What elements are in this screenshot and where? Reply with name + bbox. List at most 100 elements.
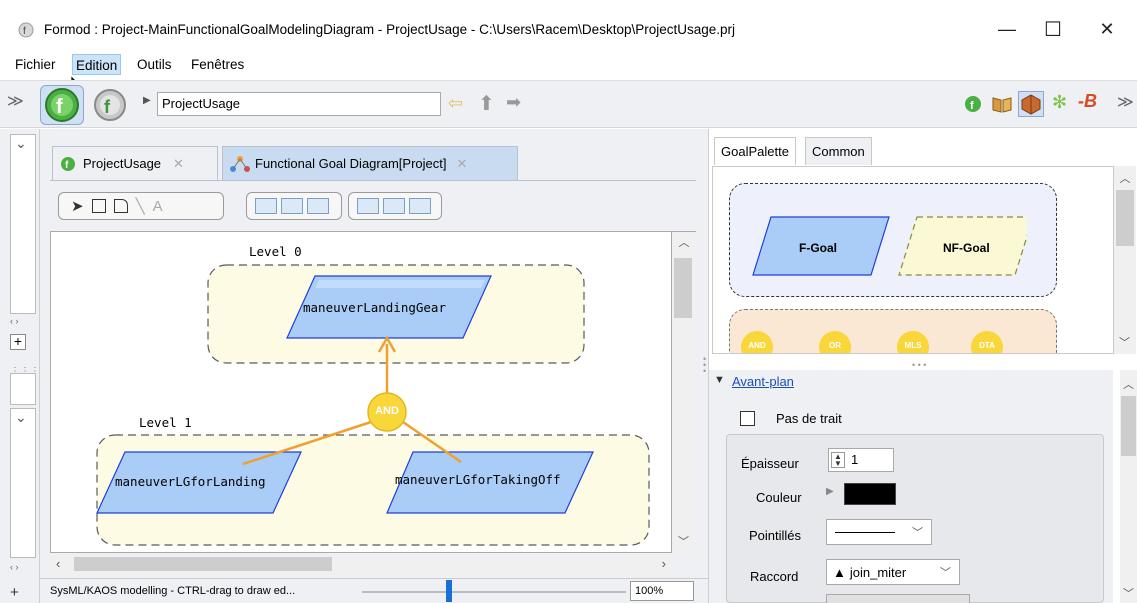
align-middle-icon[interactable] (281, 198, 303, 214)
align-tool-group (246, 192, 342, 220)
f-goal-label: F-Goal (799, 241, 837, 255)
cap-dropdown-partial[interactable] (826, 594, 970, 603)
menu-edition[interactable]: Edition (72, 54, 122, 75)
toolbar-overflow-icon[interactable]: ≫ (1117, 92, 1134, 112)
right-splitter-dots-icon[interactable]: • • • (912, 360, 926, 370)
line-tool-icon[interactable]: ╲ (136, 197, 145, 215)
pointer-tool-icon[interactable]: ➤ (71, 197, 84, 215)
left-nav-arrows-icon-2[interactable]: ‹ › (10, 562, 19, 572)
properties-scrollbar[interactable]: ︿ ﹀ (1120, 370, 1137, 603)
align-left-icon[interactable] (357, 198, 379, 214)
join-label: Raccord (750, 569, 799, 584)
join-dropdown[interactable]: ▲ join_miter ﹀ (826, 559, 960, 585)
thickness-value: 1 (851, 452, 859, 467)
zoom-slider-thumb[interactable] (446, 580, 452, 602)
minimize-button[interactable]: — (984, 14, 1030, 44)
molecule-icon[interactable]: ✻ (1052, 92, 1067, 113)
left-panel-bottom: ⌄ (10, 408, 36, 558)
left-panel-mid (10, 373, 36, 405)
nf-goal-label: NF-Goal (943, 241, 990, 255)
tab-close-icon-2[interactable]: ✕ (456, 156, 467, 172)
align-bottom-icon[interactable] (307, 198, 329, 214)
goal-perspective-icon[interactable]: f (964, 95, 982, 113)
thickness-spinner[interactable]: ▲ ▼ 1 (828, 448, 894, 472)
thickness-label: Épaisseur (741, 456, 799, 471)
forward-arrow-icon[interactable]: ➡ (506, 92, 521, 113)
menu-fichier[interactable]: Fichier (12, 54, 59, 75)
up-arrow-icon[interactable]: ⬆ (478, 91, 495, 116)
scroll-right-icon[interactable]: › (662, 556, 666, 571)
left-collapse-icon[interactable]: ⌄ (11, 135, 35, 152)
join-value: join_miter (849, 564, 907, 580)
props-scroll-up-icon[interactable]: ︿ (1120, 376, 1137, 392)
tab-common[interactable]: Common (805, 137, 872, 165)
palette-scroll-up-icon[interactable]: ︿ (1114, 170, 1136, 186)
title-bar: f Formod : Project-MainFunctionalGoalMod… (0, 0, 1137, 50)
solid-line-preview (835, 532, 895, 533)
formod-goal-button[interactable]: f (40, 85, 84, 125)
zoom-field[interactable]: 100% (630, 581, 694, 601)
rectangle-tool-icon[interactable] (91, 199, 106, 213)
vertical-scroll-thumb[interactable] (674, 258, 692, 318)
left-add-icon[interactable]: + (10, 584, 19, 601)
dropdown-chevron-icon: ﹀ (912, 527, 923, 539)
canvas-vertical-scrollbar[interactable]: ︿ ﹀ (672, 231, 696, 553)
left-expand-button[interactable]: + (10, 334, 26, 350)
miter-join-icon: ▲ (833, 564, 846, 580)
book-icon[interactable] (992, 95, 1012, 113)
palette-scroll-thumb[interactable] (1116, 190, 1134, 246)
folded-rect-tool-icon[interactable] (113, 199, 128, 213)
left-collapse-icon-2[interactable]: ⌄ (11, 409, 35, 426)
no-stroke-checkbox[interactable] (740, 411, 755, 426)
level-1-label: Level 1 (139, 415, 192, 430)
dropdown-chevron-icon-2: ﹀ (940, 567, 951, 579)
left-panel-top: ⌄ (10, 134, 36, 314)
formod-gray-button[interactable]: f (92, 87, 128, 123)
horizontal-scroll-thumb[interactable] (74, 557, 332, 571)
app-icon: f (18, 22, 34, 38)
and-label: AND (375, 405, 399, 417)
close-button[interactable]: ✕ (1084, 14, 1130, 44)
tab-project-usage-label: ProjectUsage (83, 156, 162, 171)
b-method-icon[interactable]: -B (1078, 91, 1097, 112)
level-0-label: Level 0 (249, 244, 302, 259)
section-expand-icon[interactable]: ▼ (714, 374, 725, 386)
address-expand-icon[interactable]: ▶ (143, 95, 151, 106)
window-title: Formod : Project-MainFunctionalGoalModel… (44, 22, 736, 37)
palette-scrollbar[interactable]: ︿ ﹀ (1114, 166, 1136, 354)
structure-perspective-button[interactable] (1018, 91, 1044, 117)
zoom-slider-track[interactable] (362, 591, 626, 593)
canvas-horizontal-scrollbar[interactable]: ‹ › (50, 553, 672, 575)
tab-goal-palette[interactable]: GoalPalette (714, 137, 796, 165)
props-scroll-down-icon[interactable]: ﹀ (1123, 585, 1134, 601)
color-expand-icon[interactable]: ▶ (826, 486, 834, 497)
tab-functional-goal-diagram[interactable]: Functional Goal Diagram[Project] ✕ (222, 146, 518, 180)
diagram-canvas[interactable]: Level 0 Level 1 maneuverLandingGear AND … (50, 231, 672, 553)
left-nav-arrows-icon[interactable]: ‹ › (10, 316, 19, 326)
root-goal-label: maneuverLandingGear (303, 300, 446, 315)
color-swatch[interactable] (844, 483, 896, 505)
palette-scroll-down-icon[interactable]: ﹀ (1119, 334, 1130, 350)
scroll-up-icon[interactable]: ︿ (672, 234, 696, 250)
dashes-dropdown[interactable]: ﹀ (826, 519, 932, 545)
scroll-down-icon[interactable]: ﹀ (678, 533, 689, 549)
text-tool-icon[interactable]: A (153, 198, 163, 215)
tab-close-icon[interactable]: ✕ (173, 156, 184, 172)
menu-outils[interactable]: Outils (134, 54, 175, 75)
props-scroll-thumb[interactable] (1121, 396, 1136, 456)
operator-palette-group (729, 309, 1057, 353)
scroll-left-icon[interactable]: ‹ (56, 556, 60, 571)
collapse-chevron-icon[interactable]: ≫ (7, 92, 24, 112)
align-right-icon[interactable] (409, 198, 431, 214)
center-splitter-dots-icon[interactable]: • • • (703, 355, 706, 376)
avant-plan-link[interactable]: Avant-plan (732, 374, 794, 389)
tab-project-usage[interactable]: f ProjectUsage ✕ (52, 146, 218, 180)
address-field[interactable]: ProjectUsage (157, 92, 441, 116)
maximize-button[interactable]: ☐ (1030, 14, 1076, 44)
align-center-icon[interactable] (383, 198, 405, 214)
svg-text:f: f (56, 96, 63, 118)
spinner-arrows-icon[interactable]: ▲ ▼ (831, 452, 845, 468)
back-arrow-icon[interactable]: ⇦ (448, 93, 463, 114)
align-top-icon[interactable] (255, 198, 277, 214)
menu-fenetres[interactable]: Fenêtres (188, 54, 247, 75)
